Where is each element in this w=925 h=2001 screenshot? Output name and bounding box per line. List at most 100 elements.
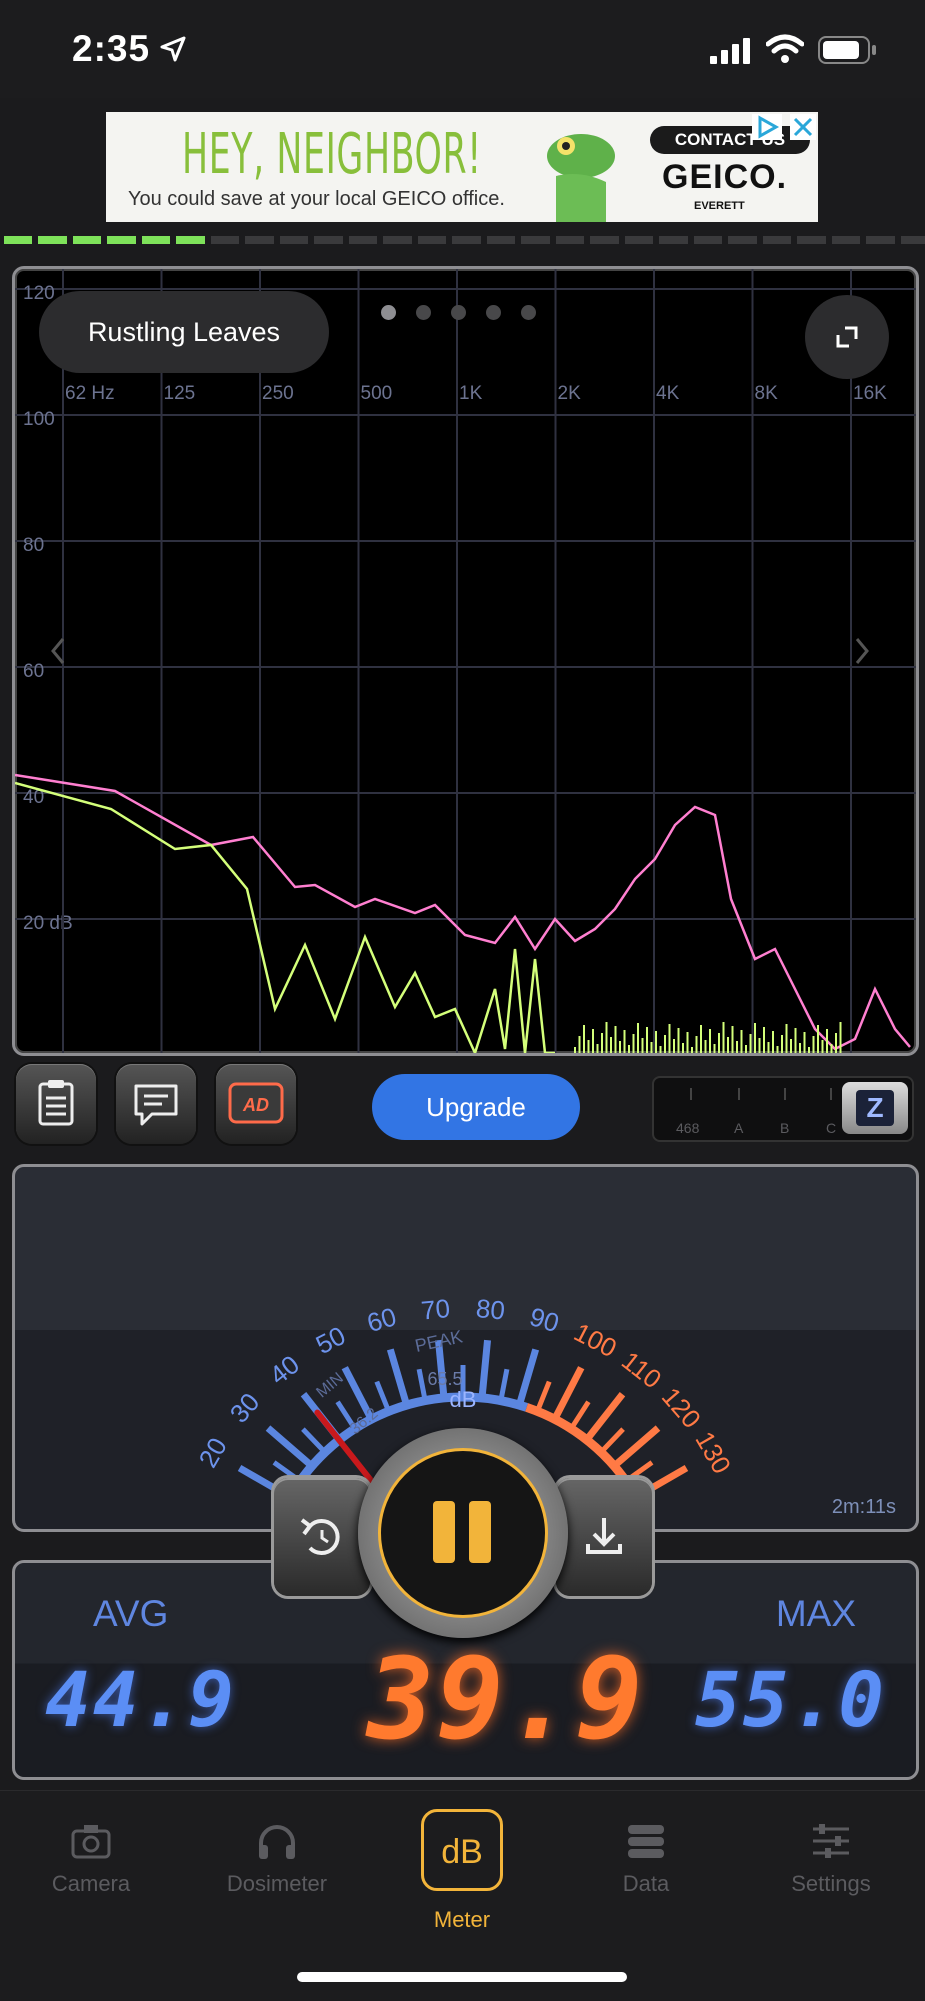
tab-camera-label: Camera [51,1871,131,1896]
elapsed-time: 2m:11s [831,1496,896,1518]
page-dot[interactable] [451,305,466,320]
gauge-scale-label: 110 [616,1345,667,1394]
gauge-tick [551,1366,585,1421]
svg-text:AD: AD [242,1095,269,1115]
spectrum-x-label: 62 Hz [65,383,115,404]
peak-value: 65.5 [427,1369,462,1389]
preset-button[interactable]: Rustling Leaves [39,291,329,373]
expand-button[interactable] [805,295,889,379]
page-dot[interactable] [381,305,396,320]
tab-meter[interactable]: dB Meter [387,1809,537,1933]
level-segment [383,236,412,244]
chevron-right-icon[interactable] [855,638,869,664]
page-dot[interactable] [486,305,501,320]
comment-icon [134,1084,178,1126]
level-segment [866,236,895,244]
level-segment [521,236,550,244]
gauge-tick [478,1339,492,1399]
gauge-tick [569,1400,591,1431]
tab-settings-label: Settings [791,1871,871,1896]
level-segment [176,236,205,244]
level-segment [107,236,136,244]
remove-ads-button[interactable]: AD [216,1064,296,1144]
ad-close-icon[interactable] [790,114,816,140]
weighting-z-knob[interactable]: Z [842,1082,908,1134]
page-indicator[interactable] [381,305,536,320]
status-time: 2:35 [72,28,151,69]
level-meter-bar [0,236,925,250]
level-segment [693,236,723,244]
gauge-tick [535,1380,552,1413]
spectrum-x-label: 4K [656,383,680,404]
level-segment [72,236,102,244]
level-segment [38,236,67,244]
spectrum-y-label: 80 [23,535,44,556]
level-segment [590,236,619,244]
adchoices-icon[interactable] [752,114,782,140]
tab-data[interactable]: Data [571,1821,721,1897]
gauge-scale-label: 60 [363,1301,399,1338]
gauge-scale-label: 130 [689,1426,737,1479]
home-indicator [297,1972,627,1982]
page-dot[interactable] [521,305,536,320]
spectrum-x-label: 2K [558,383,582,404]
spectrum-x-label: 500 [361,383,393,404]
tab-dosimeter-label: Dosimeter [226,1871,328,1896]
frequency-weighting-switch[interactable]: 468 A B C Z [652,1076,914,1142]
ad-subtext: You could save at your local GEICO offic… [128,188,505,210]
tab-settings[interactable]: Settings [756,1821,906,1897]
page-dot[interactable] [416,305,431,320]
ad-contact-button[interactable]: CONTACT US [650,126,810,154]
level-segment [348,236,378,244]
spectrum-y-label: 120 [23,283,55,304]
ad-banner[interactable]: HEY, NEIGHBOR! You could save at your lo… [106,112,818,222]
spectrum-panel: 120 100 80 60 40 20 dB 62 Hz 125 250 500 1K 2K 4K 8K 1… [12,266,919,1056]
gauge-scale-label: 50 [311,1320,350,1360]
weighting-a-label: A [734,1120,744,1136]
level-segment [210,236,240,244]
tab-bar: Camera Dosimeter dB Meter Data Settings [0,1790,925,2001]
gauge-scale-label: 20 [192,1432,232,1472]
gauge-tick [498,1368,510,1402]
level-segment [728,236,757,244]
pause-icon [433,1501,491,1563]
level-segment [314,236,343,244]
gauge-scale-label: 30 [224,1387,266,1429]
clipboard-button[interactable] [16,1064,96,1144]
weighting-selected: Z [856,1090,894,1126]
expand-icon [836,326,858,348]
gecko-mascot-icon [547,134,615,222]
gauge-tick [386,1348,411,1407]
comment-button[interactable] [116,1064,196,1144]
ad-icon: AD [228,1082,284,1124]
gauge-unit: dB [450,1387,477,1412]
tab-data-label: Data [622,1871,670,1896]
upgrade-button[interactable]: Upgrade [372,1074,580,1140]
gauge-scale-label: 40 [264,1349,305,1390]
pause-button[interactable] [378,1448,548,1618]
spectrum-x-label: 125 [164,383,196,404]
reset-button[interactable] [274,1478,370,1596]
peak-trace-line [15,773,911,1051]
status-bar: 2:35 [0,0,925,98]
headphones-icon [259,1825,295,1859]
tab-dosimeter[interactable]: Dosimeter [202,1821,352,1897]
spectrum-chart: 12010080604020 dB62 Hz 125 250 500 1K 2K 4K 8K 1… [15,269,916,1053]
pause-ring [358,1428,568,1638]
save-button[interactable] [556,1478,652,1596]
cellular-signal-icon [710,38,750,64]
max-value: 55.0 [694,1655,886,1744]
spectrum-x-label: 250 [262,383,294,404]
weighting-c-label: C [826,1120,837,1136]
spectrum-x-label: 16K [853,383,887,404]
spectrum-y-label: 100 [23,409,55,430]
ad-headline: HEY, NEIGHBOR! [182,122,482,187]
tab-camera[interactable]: Camera [16,1821,166,1897]
level-segment [486,236,516,244]
chevron-left-icon[interactable] [51,638,65,664]
spectrum-x-label: 1K [459,383,483,404]
spectrum-x-label: 8K [755,383,779,404]
gauge-tick [416,1368,428,1402]
gauge-tick [374,1380,391,1413]
ad-location: EVERETT [694,200,745,212]
